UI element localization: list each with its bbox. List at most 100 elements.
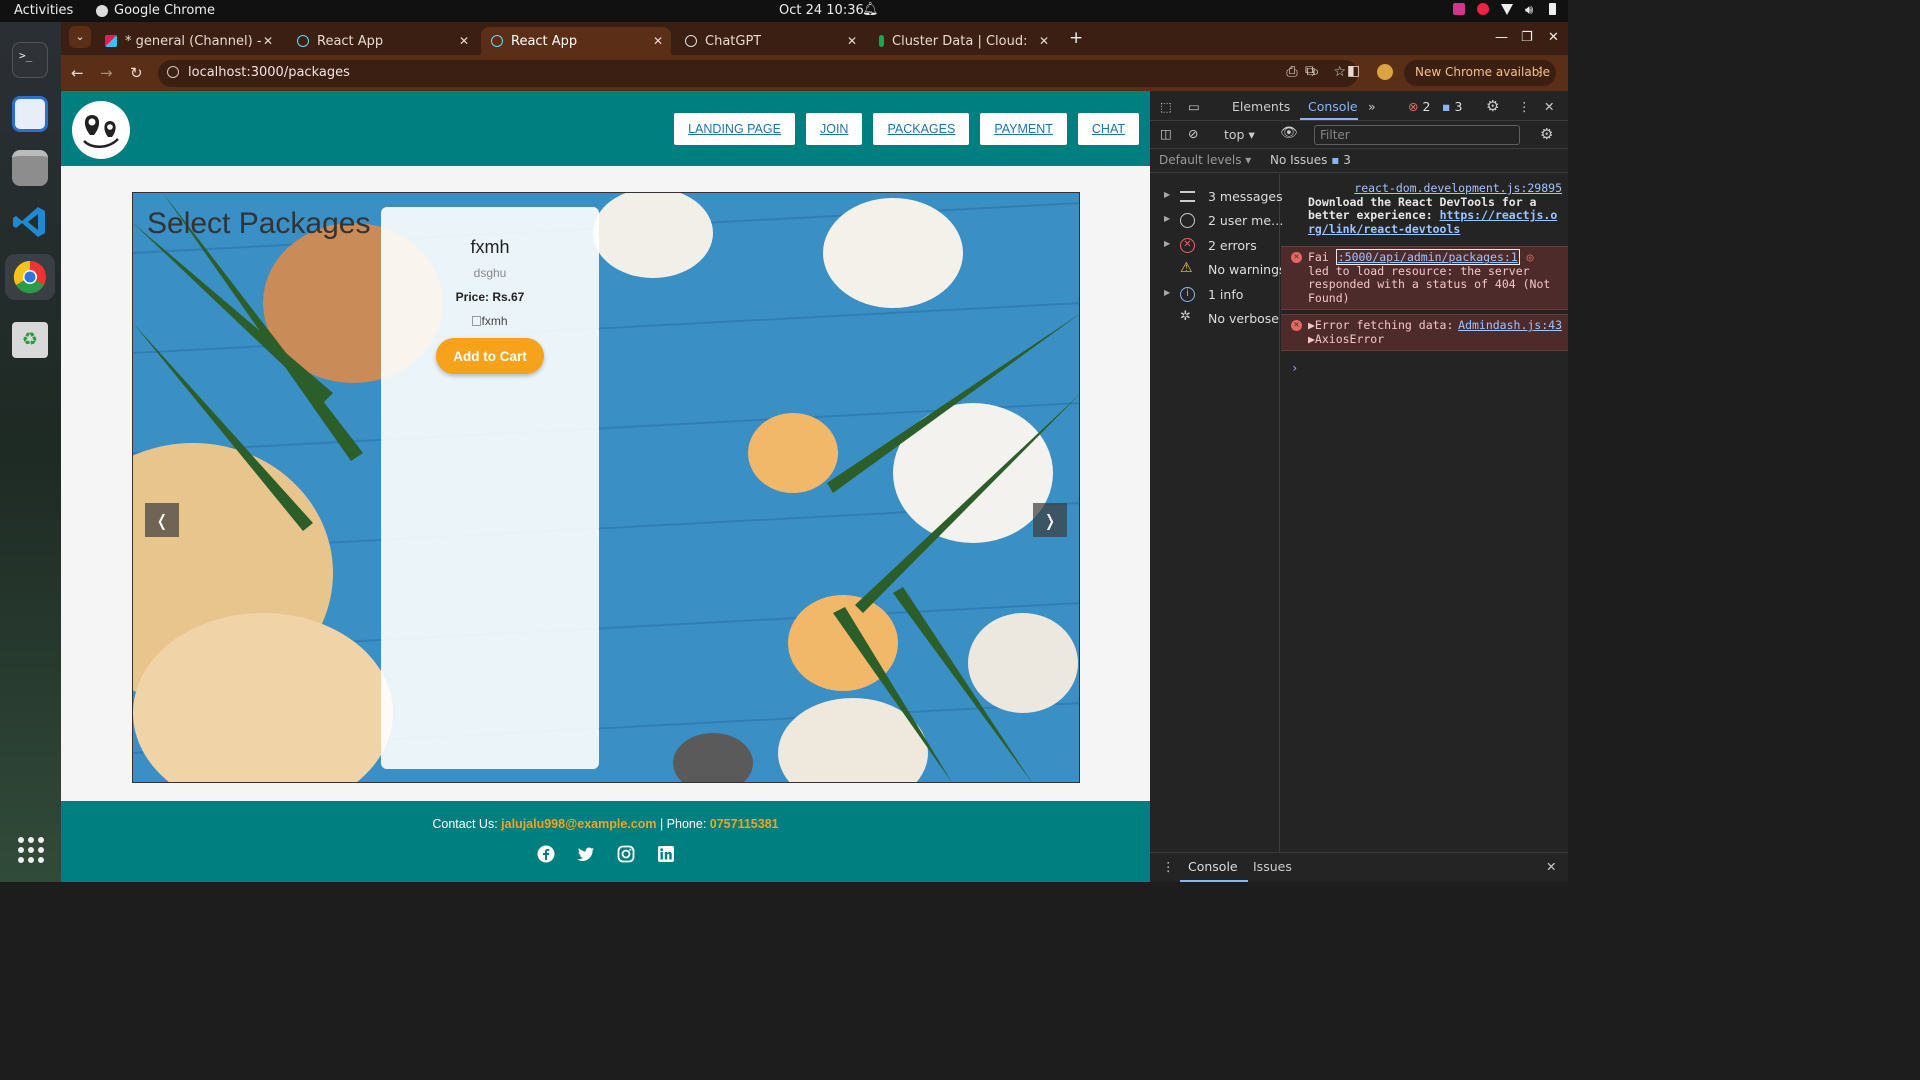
console-settings-icon[interactable]: ⚙ [1540,125,1553,143]
add-to-cart-button[interactable]: Add to Cart [436,338,544,374]
error-icon: ✕ [1291,320,1302,331]
maximize-icon[interactable]: ❐ [1521,30,1533,45]
console-filter-input[interactable]: Filter [1314,125,1520,145]
console-prompt-icon[interactable]: › [1281,351,1568,375]
trash-icon[interactable]: ♻ [12,322,48,358]
log-levels-dropdown[interactable]: Default levels ▾ [1159,153,1251,167]
settings-gear-icon[interactable]: ⚙ [1486,97,1499,115]
tab-cluster-data[interactable]: Cluster Data | Cloud: Mo ✕ [869,27,1057,55]
tab-search-icon[interactable]: ⌄ [69,26,91,48]
tab-console[interactable]: Console [1308,99,1358,114]
activities-button[interactable]: Activities [14,3,73,18]
drawer-active-indicator [1180,880,1248,882]
site-footer: Contact Us: jalujalu998@example.com | Ph… [61,801,1150,882]
sidebar-info[interactable]: ▶ i 1 info [1150,284,1280,306]
sidebar-errors[interactable]: ▶ ✕ 2 errors [1150,235,1280,257]
close-tab-icon[interactable]: ✕ [653,34,663,48]
contact-phone-link[interactable]: 0757115381 [710,817,779,831]
more-tabs-icon[interactable]: » [1368,99,1376,114]
show-apps-icon[interactable] [18,837,44,863]
tab-elements[interactable]: Elements [1232,99,1290,114]
drawer-tab-console[interactable]: Console [1188,859,1238,874]
close-tab-icon[interactable]: ✕ [459,34,469,48]
carousel-prev-button[interactable]: ❬ [145,503,179,537]
system-tray[interactable]: 🔊︎ [1453,3,1556,18]
nav-chat[interactable]: CHAT [1077,113,1139,145]
close-devtools-icon[interactable]: ✕ [1544,99,1554,114]
nav-join[interactable]: JOIN [805,113,863,145]
contact-label: Contact Us: [432,817,502,831]
sidebar-warnings[interactable]: ⚠ No warnings [1150,259,1286,281]
tab-react-app-2[interactable]: React App ✕ [481,27,671,55]
drawer-menu-icon[interactable]: ⋮ [1162,859,1175,874]
error-icon: ✕ [1180,238,1195,253]
tab-title: React App [317,33,384,49]
inspect-element-icon[interactable]: ⬚ [1160,99,1172,114]
writer-icon[interactable] [12,96,48,132]
sidebar-messages[interactable]: ▶ 3 messages [1150,186,1283,208]
devtools-menu-icon[interactable]: ⋮ [1518,99,1531,114]
extensions-icon[interactable]: ⧉ [1305,63,1315,79]
clear-console-icon[interactable]: ⊘ [1188,126,1198,141]
live-expression-eye-icon[interactable]: 👁︎ [1280,125,1298,141]
tab-react-app-1[interactable]: React App ✕ [287,27,477,55]
seashells-background-image [133,193,1079,782]
issue-icon: ▪ [1331,153,1340,167]
context-selector[interactable]: top ▾ [1224,127,1255,142]
wifi-icon [1501,3,1513,15]
bookmark-star-icon[interactable]: ☆ [1333,64,1346,80]
source-link[interactable]: Admindash.js:43 [1458,318,1562,333]
new-chrome-available-button[interactable]: New Chrome available ⋮ [1404,60,1556,86]
twitter-icon[interactable] [576,845,595,863]
close-tab-icon[interactable]: ✕ [1039,34,1049,48]
new-tab-icon[interactable]: + [1069,28,1083,48]
close-tab-icon[interactable]: ✕ [847,34,857,48]
tab-chatgpt[interactable]: ChatGPT ✕ [675,27,865,55]
site-info-icon[interactable] [167,66,179,78]
close-window-icon[interactable]: ✕ [1548,30,1559,45]
chrome-dock-icon[interactable] [5,254,55,300]
error-text[interactable]: ▶Error fetching data: ▶AxiosError [1308,318,1453,346]
site-logo[interactable] [72,101,130,159]
sidebar-verbose[interactable]: ✲ No verbose [1150,308,1280,330]
carousel-next-button[interactable]: ❭ [1033,503,1067,537]
nav-packages[interactable]: PACKAGES [873,113,970,145]
forward-icon[interactable]: → [100,64,113,82]
vscode-icon[interactable] [12,204,48,240]
contact-email-link[interactable]: jalujalu998@example.com [501,817,656,831]
sidebar-user-messages[interactable]: ▶ 2 user me… [1150,210,1284,232]
error-counter[interactable]: ⊗ 2 [1408,99,1430,114]
drawer-tab-issues[interactable]: Issues [1253,859,1292,874]
side-panel-icon[interactable]: ◧ [1347,63,1360,79]
back-icon[interactable]: ← [71,64,84,82]
info-icon: i [1180,287,1195,302]
terminal-icon[interactable]: >_ [12,42,48,78]
reload-icon[interactable]: ↻ [130,64,143,82]
source-link[interactable]: react-dom.development.js:29895 [1354,181,1562,195]
linkedin-icon[interactable] [657,845,675,863]
facebook-icon[interactable] [537,845,555,863]
message-counter[interactable]: ▪ 3 [1442,99,1462,114]
profile-avatar[interactable] [1377,64,1393,80]
warning-icon: ⚠ [1180,260,1193,276]
device-toolbar-icon[interactable]: ▭ [1188,99,1200,114]
bug-icon: ✲ [1180,309,1191,324]
minimize-icon[interactable]: — [1495,30,1508,45]
address-bar[interactable]: localhost:3000/packages ⎙ ⌕ ☆ [158,60,1358,87]
phone-label: | Phone: [656,817,710,831]
issues-link[interactable]: No Issues ▪ 3 [1270,153,1351,167]
instagram-icon[interactable] [617,845,635,863]
nav-payment[interactable]: PAYMENT [980,113,1067,145]
app-menu[interactable]: Google Chrome [96,3,215,18]
page-heading: Select Packages [147,207,371,240]
tab-slack[interactable]: * general (Channel) - Uki ✕ [95,27,281,55]
files-icon[interactable] [12,150,48,186]
close-drawer-icon[interactable]: ✕ [1546,859,1556,874]
sidebar-toggle-icon[interactable]: ◫ [1160,126,1172,141]
install-app-icon[interactable]: ⎙ [1286,64,1297,80]
url-text[interactable]: localhost:3000/packages [188,65,350,80]
close-tab-icon[interactable]: ✕ [263,34,273,48]
console-toolbar: ◫ ⊘ top ▾ 👁︎ Filter ⚙ [1150,121,1568,149]
nav-landing-page[interactable]: LANDING PAGE [674,113,795,145]
clock[interactable]: Oct 24 10:36 [779,3,864,18]
